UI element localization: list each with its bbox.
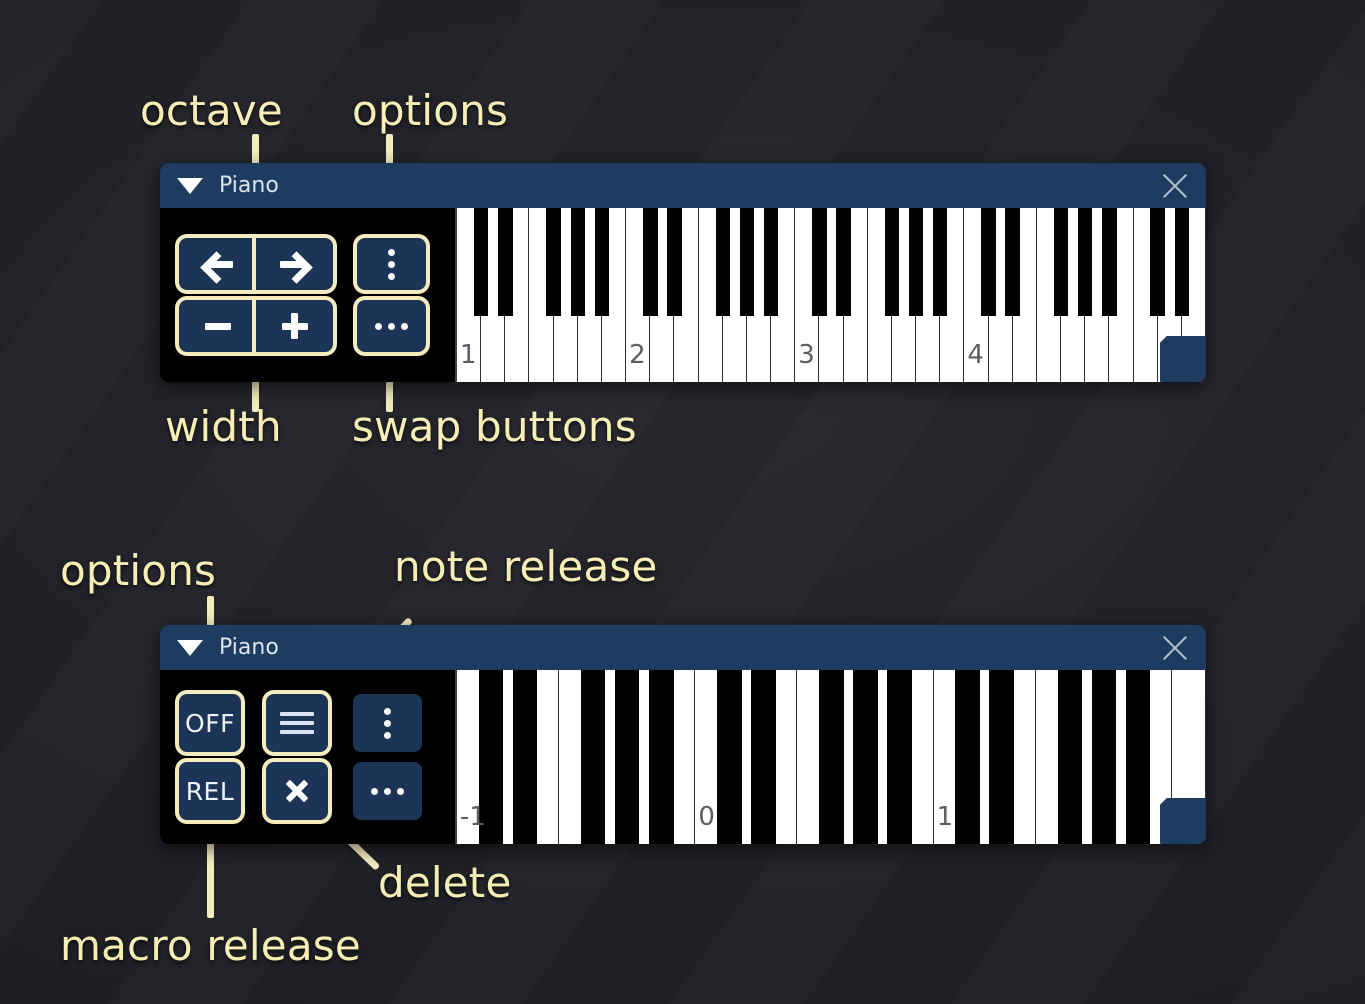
black-key[interactable] [570,208,586,316]
triangle-down-icon[interactable] [177,177,203,194]
black-key[interactable] [836,208,851,316]
black-key[interactable] [981,208,996,316]
black-key[interactable] [667,208,682,316]
black-key[interactable] [1174,208,1190,316]
dots-vertical-icon [384,707,391,739]
button-row-top [179,238,455,290]
background [0,0,1365,1004]
macro-off-label: OFF [185,708,235,738]
octave-up-button[interactable] [256,238,333,290]
window-title: Piano [219,635,279,660]
annotation-delete: delete [378,858,512,907]
black-key[interactable] [512,670,538,844]
black-key[interactable] [932,208,948,316]
black-key[interactable] [812,208,827,316]
black-key[interactable] [884,208,900,316]
annotation-options-bottom: options [60,546,217,595]
note-release-button[interactable] [266,694,328,752]
options-button[interactable] [357,238,426,290]
black-key[interactable] [763,208,779,316]
annotation-macro-release: macro release [60,921,361,970]
piano-widget-narrow[interactable]: Piano OFF REL -1 0 1 [160,625,1206,844]
annotation-swap-buttons: swap buttons [352,402,637,451]
black-key[interactable] [614,670,640,844]
black-key[interactable] [1053,208,1069,316]
black-key[interactable] [1057,670,1083,844]
black-key[interactable] [1125,670,1151,844]
triangle-down-icon[interactable] [177,639,203,656]
black-key[interactable] [853,670,878,844]
black-key[interactable] [1091,670,1117,844]
swap-buttons-button[interactable] [357,300,426,352]
black-key[interactable] [649,670,674,844]
black-key[interactable] [739,208,755,316]
swap-buttons-button[interactable] [353,762,422,820]
close-bold-icon [284,778,310,804]
annotation-width: width [165,402,282,451]
piano-keyboard-wide[interactable]: 1234 [455,208,1206,382]
plus-icon [281,313,308,339]
widget-body: 1234 [160,208,1206,382]
black-key[interactable] [908,208,924,316]
black-key[interactable] [546,208,561,316]
button-row-bottom: REL [179,762,455,820]
black-key[interactable] [955,670,980,844]
black-key[interactable] [887,670,912,844]
black-key[interactable] [1077,208,1093,316]
octave-down-button[interactable] [179,238,256,290]
black-key[interactable] [580,670,606,844]
options-button[interactable] [353,694,422,752]
dots-horizontal-icon [375,322,408,330]
macro-release-button[interactable]: REL [179,762,241,820]
widget-body: OFF REL -1 0 1 [160,670,1206,844]
black-key[interactable] [751,670,776,844]
arrow-left-icon [199,251,233,284]
annotation-options-top: options [352,86,509,135]
annotation-note-release: note release [394,542,658,591]
piano-keyboard-narrow[interactable]: -1 0 1 [455,670,1206,844]
resize-grip[interactable] [1160,798,1206,844]
titlebar[interactable]: Piano [160,163,1206,208]
black-key[interactable] [1150,208,1165,316]
delete-button[interactable] [266,762,328,820]
black-key[interactable] [594,208,610,316]
black-key[interactable] [473,208,489,316]
black-key[interactable] [478,670,504,844]
titlebar[interactable]: Piano [160,625,1206,670]
black-key[interactable] [819,670,844,844]
resize-grip[interactable] [1160,336,1206,382]
black-key[interactable] [643,208,658,316]
close-icon[interactable] [1158,631,1192,665]
black-key[interactable] [717,670,742,844]
width-down-button[interactable] [179,300,256,352]
width-up-button[interactable] [256,300,333,352]
button-pad [160,208,455,382]
black-key[interactable] [1005,208,1020,316]
annotation-octave: octave [140,86,283,135]
macro-off-button[interactable]: OFF [179,694,241,752]
button-row-bottom [179,300,455,352]
black-key[interactable] [989,670,1014,844]
piano-widget-wide[interactable]: Piano 1 2 3 4 [160,163,1206,382]
dots-vertical-icon [388,248,395,280]
black-key[interactable] [498,208,513,316]
close-icon[interactable] [1158,169,1192,203]
button-pad: OFF REL [160,670,455,844]
dots-horizontal-icon [371,787,404,795]
button-row-top: OFF [179,694,455,752]
arrow-right-icon [279,251,313,284]
minus-icon [204,322,231,330]
black-key[interactable] [1102,208,1117,316]
macro-release-label: REL [185,776,235,806]
equals-icon [280,712,314,734]
black-key[interactable] [715,208,730,316]
window-title: Piano [219,173,279,198]
